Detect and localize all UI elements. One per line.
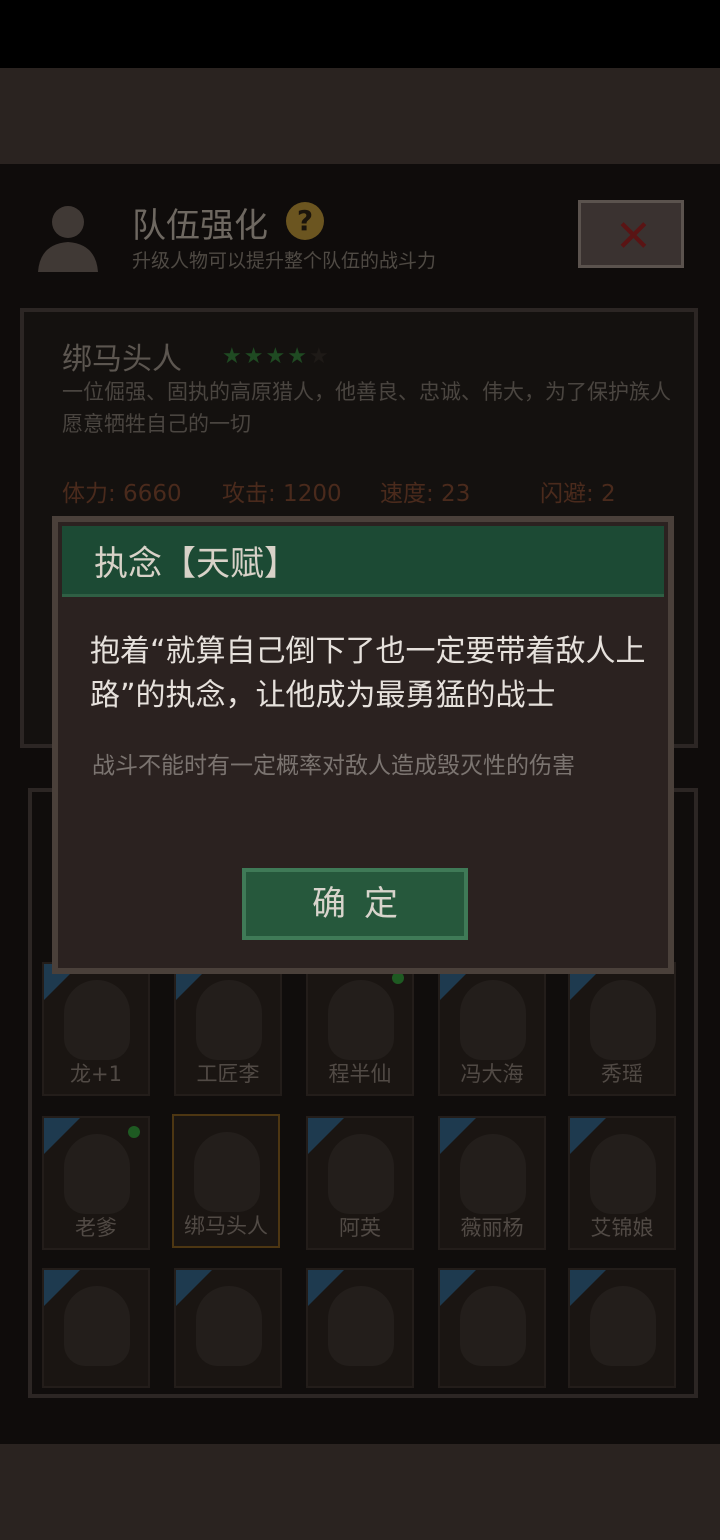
portrait — [64, 1286, 130, 1366]
character-card-name: 冯大海 — [460, 1062, 524, 1086]
character-name: 绑马头人 — [62, 342, 182, 377]
stat-attack: 攻击: 1200 — [222, 481, 342, 507]
character-card-name: 龙+1 — [70, 1062, 122, 1086]
navigation-bar — [0, 1444, 720, 1540]
confirm-button[interactable]: 确定 — [242, 868, 468, 940]
avatar-silhouette-icon — [38, 206, 98, 272]
portrait — [196, 980, 262, 1060]
page-title: 队伍强化 — [132, 206, 268, 246]
status-bar — [0, 0, 720, 68]
dialog-title: 执念【天赋】 — [94, 544, 298, 584]
character-card-name: 绑马头人 — [184, 1214, 268, 1238]
stat-dodge: 闪避: 2 — [540, 481, 616, 507]
character-card[interactable]: 艾锦娘 — [568, 1116, 676, 1250]
character-card-name: 艾锦娘 — [590, 1216, 654, 1240]
star-rating: ★★★★★ — [222, 344, 331, 369]
star-icon: ★ — [222, 344, 244, 369]
star-icon: ★ — [265, 344, 288, 369]
character-card[interactable]: 老爹 — [42, 1116, 150, 1250]
close-x-icon: ✕ — [615, 211, 652, 262]
character-card-name: 工匠李 — [196, 1062, 260, 1086]
star-icon: ★ — [287, 344, 309, 369]
status-dot-icon — [128, 1126, 140, 1138]
star-icon: ★ — [243, 344, 266, 369]
question-mark-icon[interactable]: ? — [286, 202, 324, 240]
stat-stamina: 体力: 6660 — [62, 481, 182, 507]
stat-speed: 速度: 23 — [380, 481, 471, 507]
character-card[interactable]: 冯大海 — [438, 962, 546, 1096]
character-card[interactable]: 程半仙 — [306, 962, 414, 1096]
portrait — [196, 1286, 262, 1366]
portrait — [328, 1134, 394, 1214]
top-bar — [0, 68, 720, 164]
character-card[interactable] — [568, 1268, 676, 1388]
portrait — [328, 1286, 394, 1366]
character-card[interactable] — [174, 1268, 282, 1388]
portrait — [460, 1286, 526, 1366]
character-card[interactable] — [42, 1268, 150, 1388]
character-description: 一位倔强、固执的高原猎人，他善良、忠诚、伟大，为了保护族人愿意牺牲自己的一切 — [62, 380, 671, 436]
character-card[interactable]: 工匠李 — [174, 962, 282, 1096]
portrait — [64, 980, 130, 1060]
character-card[interactable]: 薇丽杨 — [438, 1116, 546, 1250]
character-card-name: 老爹 — [75, 1216, 117, 1240]
character-card-name: 秀瑶 — [601, 1062, 643, 1086]
portrait — [590, 1286, 656, 1366]
page-subtitle: 升级人物可以提升整个队伍的战斗力 — [132, 250, 437, 272]
character-card[interactable]: 秀瑶 — [568, 962, 676, 1096]
dialog-sub-text: 战斗不能时有一定概率对敌人造成毁灭性的伤害 — [92, 753, 575, 779]
portrait — [460, 980, 526, 1060]
portrait — [64, 1134, 130, 1214]
portrait — [460, 1134, 526, 1214]
character-card-name: 阿英 — [339, 1216, 381, 1240]
character-card-name: 程半仙 — [328, 1062, 392, 1086]
portrait — [590, 980, 656, 1060]
portrait — [194, 1132, 260, 1212]
character-card-name: 薇丽杨 — [460, 1216, 524, 1240]
character-card[interactable]: 龙+1 — [42, 962, 150, 1096]
character-card-selected[interactable]: 绑马头人 — [172, 1114, 280, 1248]
character-card[interactable] — [306, 1268, 414, 1388]
character-card[interactable] — [438, 1268, 546, 1388]
portrait — [590, 1134, 656, 1214]
portrait — [328, 980, 394, 1060]
character-card[interactable]: 阿英 — [306, 1116, 414, 1250]
close-button[interactable]: ✕ — [578, 200, 684, 268]
star-empty-icon: ★ — [308, 344, 331, 369]
dialog-main-text: 抱着“就算自己倒下了也一定要带着敌人上路”的执念，让他成为最勇猛的战士 — [90, 634, 646, 713]
